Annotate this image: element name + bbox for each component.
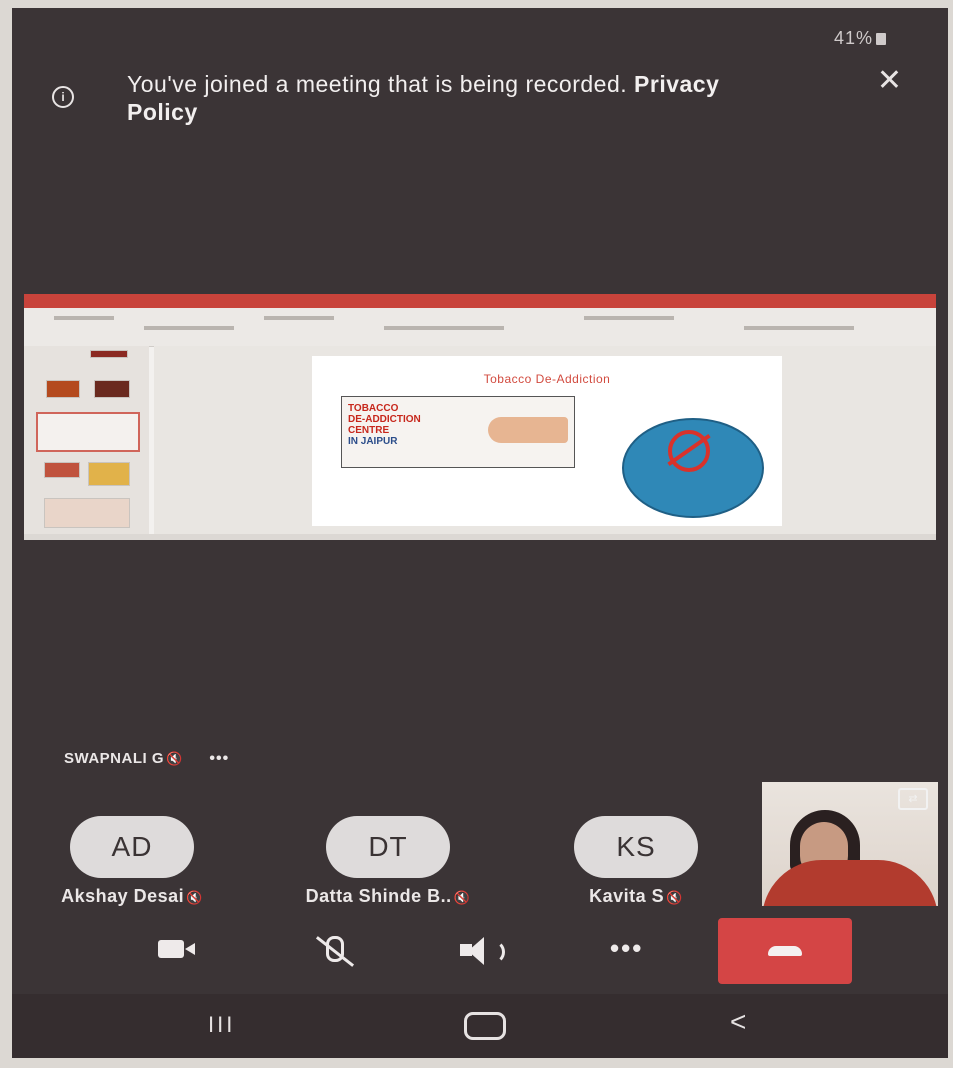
card-line-4: IN JAIPUR — [348, 436, 398, 447]
active-speaker: SWAPNALI G 🔇 ••• — [64, 750, 229, 768]
participant-tile[interactable]: AD Akshay Desai 🔇 — [42, 816, 222, 907]
participant-name: Datta Shinde B.. — [305, 886, 452, 906]
ppt-titlebar — [24, 294, 936, 308]
info-icon: i — [52, 86, 74, 108]
switch-camera-icon[interactable]: ⇄ — [898, 788, 928, 810]
muted-icon: 🔇 — [186, 890, 203, 905]
no-smoking-icon — [622, 418, 764, 518]
battery-icon — [876, 33, 886, 45]
avatar: DT — [326, 816, 450, 878]
hang-up-icon — [768, 946, 802, 956]
participant-name: Kavita S — [589, 886, 665, 906]
muted-icon: 🔇 — [453, 890, 471, 905]
recent-apps-button[interactable]: III — [208, 1012, 235, 1038]
android-nav-bar: III < — [12, 994, 948, 1058]
slide-image-card: TOBACCO DE-ADDICTION CENTRE IN JAIPUR — [341, 396, 575, 468]
speaker-icon[interactable] — [460, 934, 512, 968]
shared-screen: Tobacco De-Addiction TOBACCO DE-ADDICTIO… — [24, 294, 936, 540]
self-video[interactable]: ⇄ — [762, 782, 938, 906]
card-line-2: DE-ADDICTION — [348, 414, 421, 425]
current-slide: Tobacco De-Addiction TOBACCO DE-ADDICTIO… — [312, 356, 782, 526]
speaker-more-icon[interactable]: ••• — [209, 750, 229, 767]
muted-icon: 🔇 — [166, 751, 183, 766]
back-button[interactable]: < — [730, 1006, 746, 1038]
camera-icon[interactable] — [158, 940, 195, 958]
avatar: KS — [574, 816, 698, 878]
card-line-1: TOBACCO — [348, 403, 399, 414]
avatar: AD — [70, 816, 194, 878]
home-button[interactable] — [464, 1012, 506, 1040]
recording-message: You've joined a meeting that is being re… — [127, 71, 628, 97]
participant-name: Akshay Desai — [61, 886, 185, 906]
participant-tile[interactable]: DT Datta Shinde B.. 🔇 — [278, 816, 498, 907]
active-speaker-name: SWAPNALI G — [64, 750, 165, 767]
battery-indicator: 41% — [834, 28, 886, 49]
microphone-muted-icon[interactable] — [312, 934, 356, 970]
slide-title: Tobacco De-Addiction — [483, 372, 611, 386]
ppt-statusbar — [24, 534, 936, 540]
battery-level: 41% — [833, 28, 873, 48]
close-icon[interactable]: ✕ — [877, 66, 902, 96]
recording-banner: i You've joined a meeting that is being … — [52, 66, 912, 136]
muted-icon: 🔇 — [666, 890, 683, 905]
slide-canvas: Tobacco De-Addiction TOBACCO DE-ADDICTIO… — [154, 346, 936, 534]
participant-tile[interactable]: KS Kavita S 🔇 — [566, 816, 706, 907]
ppt-ribbon — [24, 308, 936, 347]
card-line-3: CENTRE — [348, 425, 390, 436]
more-options-icon[interactable]: ••• — [610, 935, 643, 961]
recording-notice: You've joined a meeting that is being re… — [127, 70, 767, 126]
fist-image — [488, 417, 568, 443]
meeting-screen: 41% i You've joined a meeting that is be… — [12, 8, 948, 1058]
slide-thumbnails — [24, 346, 149, 534]
end-call-button[interactable] — [718, 918, 852, 984]
